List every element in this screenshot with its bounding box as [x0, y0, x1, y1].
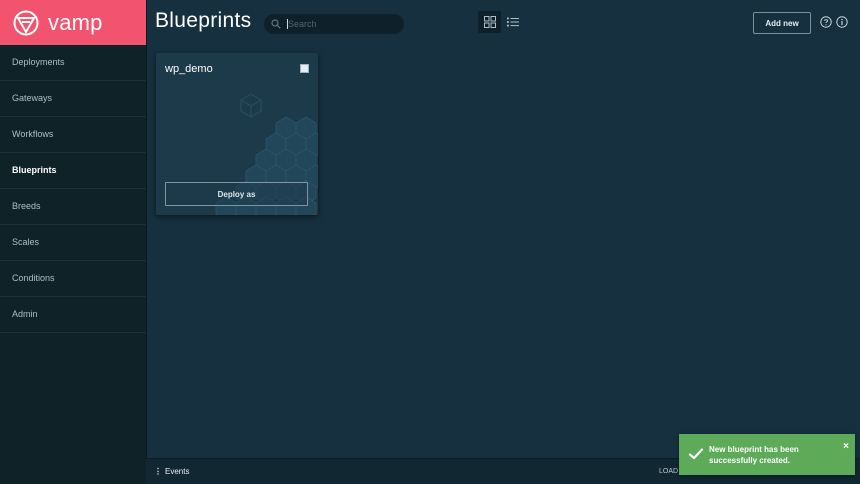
sidebar-item-blueprints[interactable]: Blueprints: [0, 153, 146, 189]
vamp-logo-icon: [13, 10, 39, 35]
toast-message: New blueprint has been successfully crea…: [709, 445, 799, 465]
sidebar: vamp Deployments Gateways Workflows Blue…: [0, 0, 147, 484]
deploy-as-button[interactable]: Deploy as: [165, 182, 308, 206]
success-toast: New blueprint has been successfully crea…: [679, 434, 855, 475]
brand-header[interactable]: vamp: [0, 0, 146, 45]
events-label: Events: [165, 467, 190, 476]
add-new-button[interactable]: Add new: [753, 12, 811, 34]
blueprint-select-checkbox[interactable]: [300, 64, 309, 73]
checkmark-icon: [689, 448, 703, 460]
sidebar-item-deployments[interactable]: Deployments: [0, 45, 146, 81]
sidebar-item-scales[interactable]: Scales: [0, 225, 146, 261]
load-indicator: LOAD: [659, 468, 679, 475]
sidebar-item-gateways[interactable]: Gateways: [0, 81, 146, 117]
sidebar-item-breeds[interactable]: Breeds: [0, 189, 146, 225]
sidebar-item-admin[interactable]: Admin: [0, 297, 146, 333]
search-box[interactable]: [264, 14, 404, 34]
info-icon[interactable]: [836, 16, 848, 28]
search-icon: [271, 19, 281, 29]
close-icon[interactable]: ×: [843, 441, 849, 452]
page-title: Blueprints: [155, 9, 252, 32]
brand-name: vamp: [48, 9, 103, 35]
sidebar-item-workflows[interactable]: Workflows: [0, 117, 146, 153]
grid-view-button[interactable]: [478, 11, 501, 33]
grid-view-icon: [483, 16, 496, 28]
app-window: vamp Deployments Gateways Workflows Blue…: [0, 0, 860, 484]
events-toggle[interactable]: ⋮ Events: [154, 467, 189, 476]
sidebar-nav: Deployments Gateways Workflows Blueprint…: [0, 45, 146, 333]
search-input[interactable]: [287, 19, 388, 29]
blueprint-card[interactable]: wp_demo Deploy as: [156, 53, 318, 215]
help-icon[interactable]: [820, 16, 832, 28]
list-view-icon: [507, 17, 519, 27]
list-view-button[interactable]: [503, 11, 523, 33]
more-vertical-icon: ⋮: [154, 467, 162, 476]
blueprint-card-title: wp_demo: [165, 63, 213, 75]
sidebar-item-conditions[interactable]: Conditions: [0, 261, 146, 297]
